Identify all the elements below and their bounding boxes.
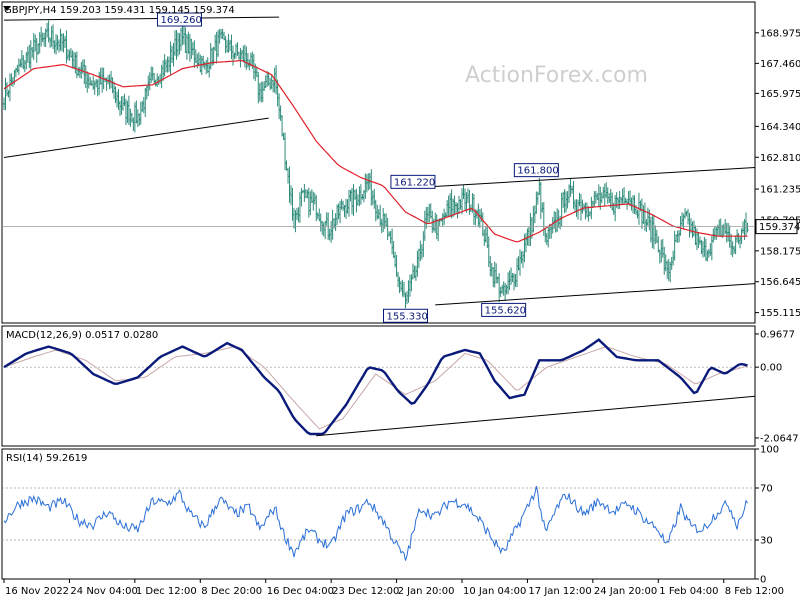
price-tick-label: 167.460 xyxy=(760,59,800,70)
callout: 161.800 xyxy=(513,163,559,178)
last-price-label: 159.374 xyxy=(759,222,800,233)
callout: 155.620 xyxy=(481,302,527,317)
price-tick-label: 165.975 xyxy=(760,89,800,100)
callout: 155.330 xyxy=(382,308,428,323)
macd-tick-label: 0.9677 xyxy=(760,329,795,340)
rsi-tick-label: 30 xyxy=(760,536,773,547)
last-price-tag: 159.374 xyxy=(755,219,800,235)
time-tick-label: 17 Jan 12:00 xyxy=(528,586,591,597)
chart-root: ActionForex.com 168.975 167.460 165.975 164… xyxy=(0,0,800,600)
price-tick-label: 156.645 xyxy=(760,277,800,288)
callout-label: 161.220 xyxy=(394,177,435,188)
macd-tick-label: -2.0647 xyxy=(760,433,799,444)
time-tick-label: 8 Feb 12:00 xyxy=(725,586,784,597)
forex-chart[interactable]: ActionForex.com 168.975 167.460 165.975 164… xyxy=(0,0,800,600)
price-tick-label: 158.175 xyxy=(760,246,800,257)
callout-label: 155.330 xyxy=(386,311,427,322)
rsi-tick-label: 100 xyxy=(760,445,779,456)
callout-label: 155.620 xyxy=(485,305,526,316)
price-tick-label: 162.810 xyxy=(760,153,800,164)
time-tick-label: 1 Feb 04:00 xyxy=(659,586,718,597)
price-tick-label: 168.975 xyxy=(760,28,800,39)
price-tick-label: 161.235 xyxy=(760,185,800,196)
time-tick-label: 16 Nov 2022 xyxy=(5,586,69,597)
macd-header: MACD(12,26,9) 0.0517 0.0280 xyxy=(6,330,158,341)
time-tick-label: 8 Dec 20:00 xyxy=(201,586,262,597)
time-tick-label: 24 Nov 04:00 xyxy=(70,586,137,597)
time-tick-label: 2 Jan 20:00 xyxy=(398,586,455,597)
macd-tick-label: 0.00 xyxy=(760,363,782,374)
time-tick-label: 16 Dec 04:00 xyxy=(267,586,334,597)
callout: 161.220 xyxy=(390,174,436,189)
time-tick-label: 24 Jan 20:00 xyxy=(594,586,657,597)
time-tick-label: 23 Dec 12:00 xyxy=(332,586,399,597)
price-header: GBPJPY,H4 159.203 159.431 159.145 159.37… xyxy=(4,5,235,16)
rsi-tick-label: 70 xyxy=(760,484,773,495)
callout-label: 161.800 xyxy=(517,166,558,177)
watermark: ActionForex.com xyxy=(465,63,648,88)
time-tick-label: 10 Jan 04:00 xyxy=(463,586,526,597)
price-tick-label: 155.115 xyxy=(760,308,800,319)
rsi-tick-label: 0 xyxy=(760,575,766,586)
price-tick-label: 164.340 xyxy=(760,122,800,133)
callout-label: 169.260 xyxy=(160,15,201,26)
rsi-header: RSI(14) 59.2619 xyxy=(6,453,87,464)
time-tick-label: 1 Dec 12:00 xyxy=(136,586,197,597)
